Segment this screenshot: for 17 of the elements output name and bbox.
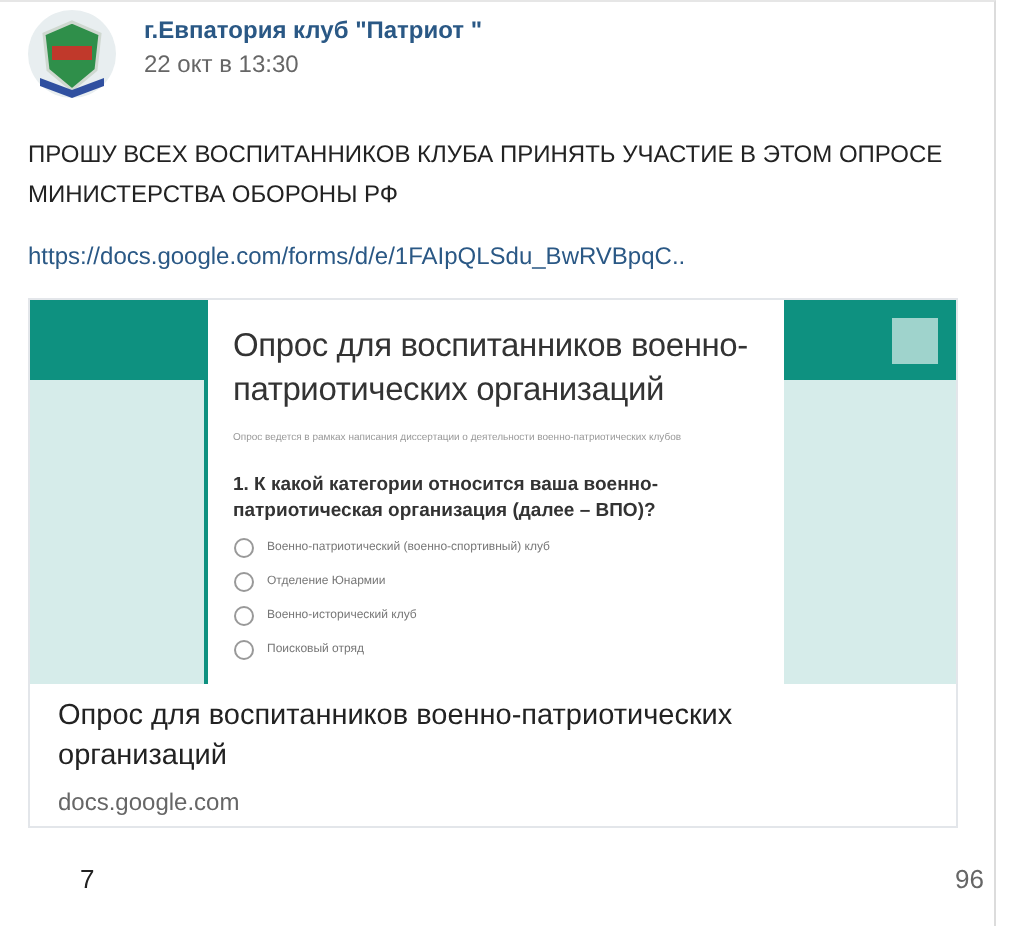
post-link[interactable]: https://docs.google.com/forms/d/e/1FAIpQLSdu_BwRVBpqC.. (28, 242, 994, 270)
form-question: 1. К какой категории относится ваша военно-патриотическая организация (далее – ВПО)? (233, 472, 661, 524)
view-count: 96 (955, 864, 984, 894)
form-title: Опрос для воспитанников военно-патриотических организаций (233, 326, 750, 412)
radio-button[interactable] (233, 606, 253, 626)
card-domain: docs.google.com (58, 788, 242, 816)
radio-button[interactable] (233, 640, 253, 660)
square-icon (892, 317, 938, 363)
like-count: 7 (80, 864, 95, 894)
radio-button[interactable] (233, 572, 253, 592)
radio-button[interactable] (233, 538, 253, 558)
post-date: 22 окт в 13:30 (144, 50, 301, 78)
card-title: Опрос для воспитанников военно-патриотических организаций (58, 698, 735, 776)
link-card[interactable] (28, 298, 958, 828)
club-logo-icon[interactable] (28, 10, 116, 98)
post-text: ПРОШУ ВСЕХ ВОСПИТАННИКОВ КЛУБА ПРИНЯТЬ УЧАСТИЕ В ЭТОМ ОПРОСЕ МИНИСТЕРСТВА ОБОРОНЫ РФ (28, 138, 945, 212)
author-link[interactable]: г.Евпатория клуб "Патриот " (144, 16, 483, 44)
